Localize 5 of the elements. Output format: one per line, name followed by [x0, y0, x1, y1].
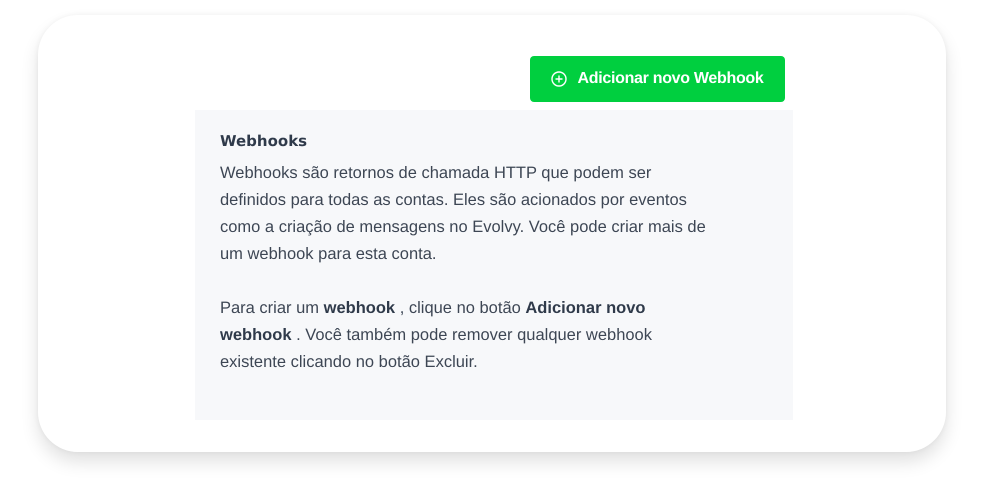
panel-title: Webhooks	[220, 132, 308, 150]
description-paragraph: Webhooks são retornos de chamada HTTP que podem ser definidos para todas as contas. Eles são acionados por eventos como a criação de mensagens no Evolvy. Você pode criar mais de um webhook para esta conta.	[220, 163, 707, 265]
description-paragraph: Para criar um webhook , clique no botão Adicionar novo webhook . Você também pode remover qualquer webhook existente clicando no botão Excluir.	[220, 298, 653, 373]
plus-circle-icon	[551, 71, 568, 87]
add-webhook-button[interactable]: Adicionar novo Webhook	[530, 56, 785, 102]
